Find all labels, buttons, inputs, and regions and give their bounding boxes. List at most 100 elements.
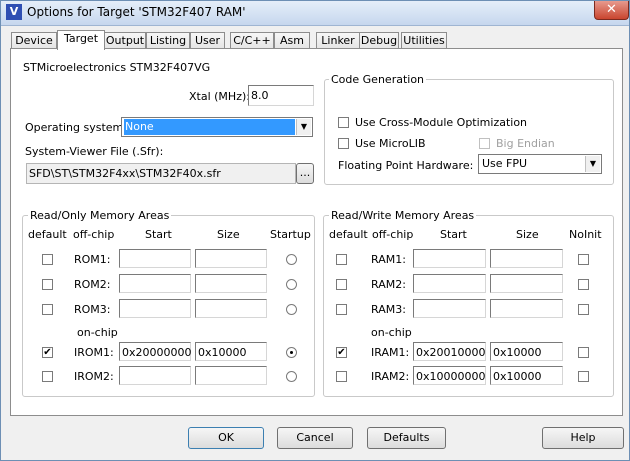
rom-header-start: Start (145, 228, 172, 241)
rom-startup-radio[interactable] (286, 347, 297, 358)
ram-start-input[interactable] (413, 274, 486, 293)
ram-default-checkbox[interactable] (336, 279, 347, 290)
rom-startup-radio[interactable] (286, 254, 297, 265)
ram-noinit-checkbox[interactable] (578, 371, 589, 382)
ram-default-checkbox[interactable] (336, 254, 347, 265)
keil-uvision-icon: V (6, 4, 22, 20)
rom-start-input[interactable] (119, 366, 191, 385)
device-name: STMicroelectronics STM32F407VG (23, 61, 211, 74)
ram-noinit-checkbox[interactable] (578, 304, 589, 315)
tab-user[interactable]: User (190, 32, 225, 49)
ram-start-input[interactable] (413, 299, 486, 318)
ram-onchip-label: on-chip (371, 326, 412, 339)
rom-startup-radio[interactable] (286, 279, 297, 290)
rom-onchip-label: on-chip (77, 326, 118, 339)
rom-default-checkbox[interactable] (42, 254, 53, 265)
cross-module-checkbox[interactable] (338, 117, 349, 128)
close-button[interactable]: ✕ (594, 1, 629, 20)
rom-area-name: IROM2: (74, 370, 114, 383)
rom-startup-radio[interactable] (286, 371, 297, 382)
microlib-label: Use MicroLIB (355, 137, 426, 150)
ram-start-input[interactable]: 0x20010000 (413, 342, 486, 361)
rom-area-name: ROM2: (74, 278, 111, 291)
os-select[interactable]: None ▼ (121, 117, 313, 137)
xtal-input[interactable]: 8.0 (248, 85, 314, 106)
ram-header-default: default (329, 228, 368, 241)
rom-area-name: ROM1: (74, 253, 111, 266)
ram-size-input[interactable] (490, 299, 563, 318)
tab-target[interactable]: Target (57, 30, 105, 50)
help-button[interactable]: Help (542, 427, 624, 449)
options-dialog: V Options for Target 'STM32F407 RAM' ✕ D… (0, 0, 630, 461)
cancel-button[interactable]: Cancel (277, 427, 353, 449)
fp-select[interactable]: Use FPU ▼ (478, 154, 602, 174)
ram-header-start: Start (440, 228, 467, 241)
ok-button[interactable]: OK (188, 427, 264, 449)
ram-noinit-checkbox[interactable] (578, 254, 589, 265)
ram-area-name: IRAM1: (371, 346, 410, 359)
defaults-button[interactable]: Defaults (367, 427, 446, 449)
rom-header-offchip: off-chip (73, 228, 115, 241)
rom-start-input[interactable] (119, 274, 191, 293)
ram-group-title: Read/Write Memory Areas (329, 209, 477, 222)
rom-size-input[interactable]: 0x10000 (195, 342, 267, 361)
tab-linker[interactable]: Linker (316, 32, 360, 49)
ram-header-noinit: NoInit (569, 228, 602, 241)
rom-default-checkbox[interactable]: ✔ (42, 347, 53, 358)
ram-size-input[interactable]: 0x10000 (490, 366, 563, 385)
fp-label: Floating Point Hardware: (338, 159, 474, 172)
ram-start-input[interactable] (413, 249, 486, 268)
svd-path-field[interactable]: SFD\ST\STM32F4xx\STM32F40x.sfr (26, 163, 296, 184)
ram-area-name: RAM3: (371, 303, 406, 316)
ram-noinit-checkbox[interactable] (578, 279, 589, 290)
tab-asm[interactable]: Asm (274, 32, 310, 49)
microlib-checkbox[interactable] (338, 138, 349, 149)
rom-size-input[interactable] (195, 249, 267, 268)
chevron-down-icon[interactable]: ▼ (296, 119, 311, 135)
ram-noinit-checkbox[interactable] (578, 347, 589, 358)
ram-size-input[interactable] (490, 274, 563, 293)
xtal-label: Xtal (MHz): (189, 90, 250, 103)
ram-size-input[interactable]: 0x10000 (490, 342, 563, 361)
rom-area-name: IROM1: (74, 346, 114, 359)
ram-default-checkbox[interactable] (336, 304, 347, 315)
ram-start-input[interactable]: 0x10000000 (413, 366, 486, 385)
ram-header-offchip: off-chip (372, 228, 414, 241)
rom-start-input[interactable] (119, 249, 191, 268)
rom-default-checkbox[interactable] (42, 371, 53, 382)
ram-size-input[interactable] (490, 249, 563, 268)
browse-button[interactable]: ... (296, 163, 314, 184)
ram-area-name: IRAM2: (371, 370, 410, 383)
rom-start-input[interactable] (119, 299, 191, 318)
tab-output[interactable]: Output (104, 32, 146, 49)
fp-selected-value: Use FPU (482, 157, 528, 170)
ram-default-checkbox[interactable]: ✔ (336, 347, 347, 358)
rom-startup-radio[interactable] (286, 304, 297, 315)
tab-utilities[interactable]: Utilities (401, 32, 447, 49)
rom-start-input[interactable]: 0x20000000 (119, 342, 192, 361)
cross-module-label: Use Cross-Module Optimization (355, 116, 528, 129)
ram-area-name: RAM2: (371, 278, 406, 291)
ram-default-checkbox[interactable] (336, 371, 347, 382)
chevron-down-icon[interactable]: ▼ (585, 156, 600, 172)
tab-device[interactable]: Device (11, 32, 57, 49)
tab-debug[interactable]: Debug (359, 32, 399, 49)
title-bar: V Options for Target 'STM32F407 RAM' ✕ (1, 1, 629, 26)
tab-c-cpp[interactable]: C/C++ (230, 32, 274, 49)
ram-area-name: RAM1: (371, 253, 406, 266)
ram-header-size: Size (516, 228, 539, 241)
os-label: Operating system: (25, 121, 127, 134)
rom-header-size: Size (217, 228, 240, 241)
target-panel: STMicroelectronics STM32F407VG Xtal (MHz… (10, 48, 623, 416)
rom-size-input[interactable] (195, 299, 267, 318)
rom-size-input[interactable] (195, 274, 267, 293)
rom-size-input[interactable] (195, 366, 267, 385)
big-endian-checkbox[interactable] (479, 138, 490, 149)
rom-area-name: ROM3: (74, 303, 111, 316)
rom-header-startup: Startup (270, 228, 311, 241)
big-endian-label: Big Endian (496, 137, 555, 150)
window-title: Options for Target 'STM32F407 RAM' (27, 5, 246, 19)
tab-listing[interactable]: Listing (146, 32, 190, 49)
rom-default-checkbox[interactable] (42, 304, 53, 315)
rom-default-checkbox[interactable] (42, 279, 53, 290)
